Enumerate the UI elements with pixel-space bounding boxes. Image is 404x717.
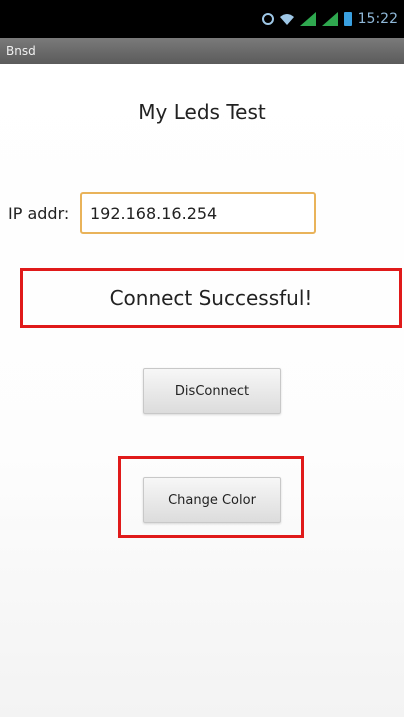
signal-icon <box>299 12 316 26</box>
main-content: My Leds Test IP addr: Connect Successful… <box>0 64 404 717</box>
connection-status: Connect Successful! <box>20 268 402 328</box>
ip-label: IP addr: <box>8 204 70 223</box>
signal-icon <box>321 12 338 26</box>
status-time: 15:22 <box>357 11 398 27</box>
alarm-icon <box>261 13 274 25</box>
change-color-button[interactable]: Change Color <box>143 477 281 523</box>
wifi-icon <box>279 14 294 25</box>
ip-address-input[interactable] <box>80 192 316 234</box>
page-title: My Leds Test <box>138 100 266 124</box>
disconnect-button[interactable]: DisConnect <box>143 368 281 414</box>
battery-icon <box>343 12 352 26</box>
status-bar: 15:22 <box>0 0 404 38</box>
app-bar-title: Bnsd <box>0 38 404 64</box>
